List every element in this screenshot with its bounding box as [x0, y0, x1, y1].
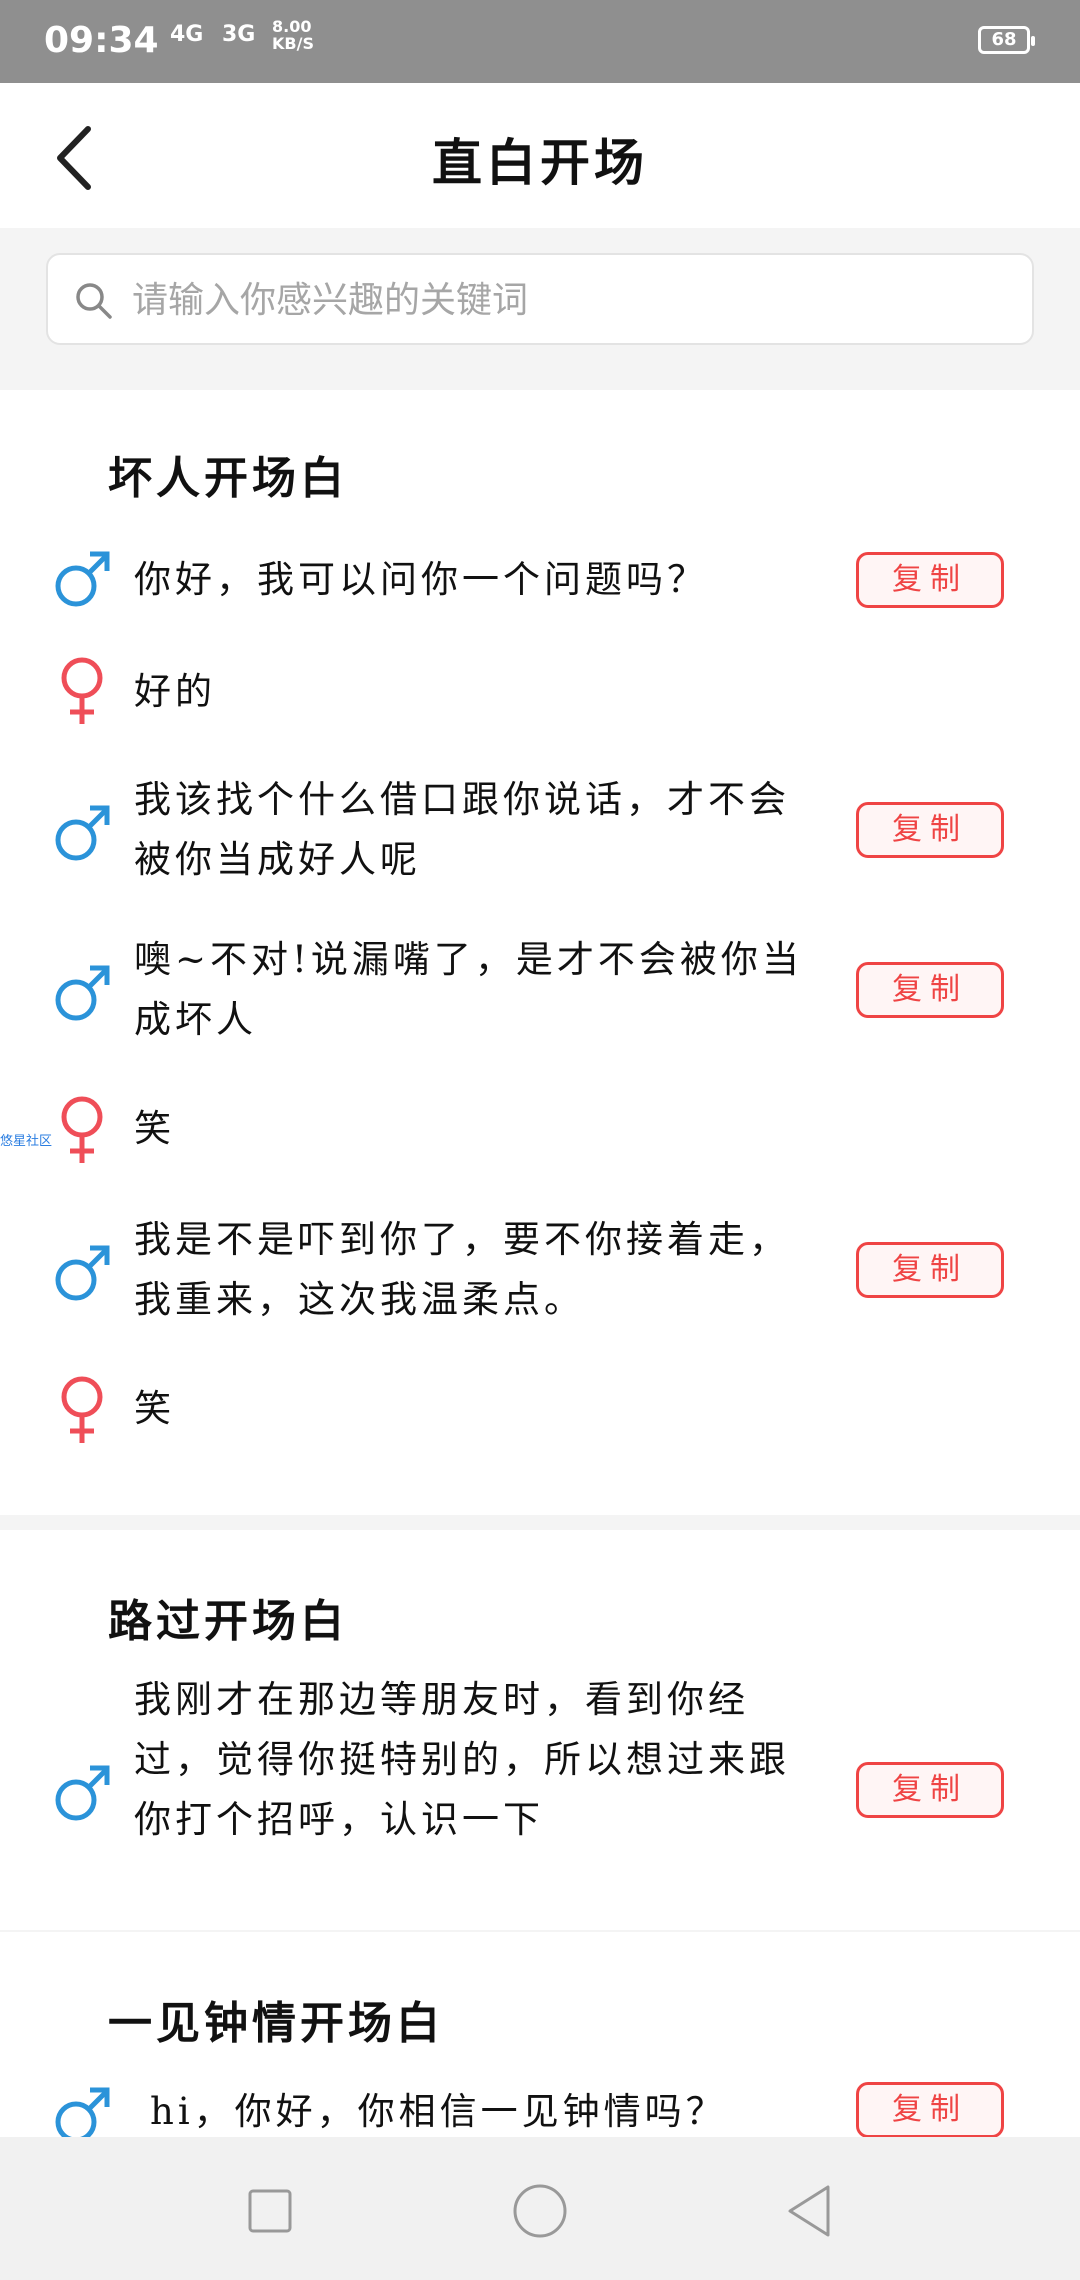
section-title: 一见钟情开场白 [108, 1998, 444, 2049]
male-icon [55, 965, 110, 1021]
section-card-bad-guy: 坏人开场白 你好，我可以问你一个问题吗？ 复制 好的 我该找个什么借口跟你说话，… [0, 390, 1080, 1515]
recent-apps-icon[interactable] [240, 2181, 300, 2241]
status-bar: 09:34 4G 3G 8.00 KB/S 68 [0, 0, 1080, 83]
male-icon [55, 805, 110, 861]
message-text: 噢~不对!说漏嘴了，是才不会被你当成坏人 [134, 938, 803, 1041]
system-nav-bar [0, 2137, 1080, 2280]
female-icon [61, 1376, 103, 1443]
female-icon [61, 1096, 103, 1163]
copy-button[interactable]: 复制 [856, 962, 1004, 1018]
section-title: 路过开场白 [108, 1596, 348, 1647]
section-card-love-at-first-sight: 一见钟情开场白 hi，你好，你相信一见钟情吗？ 复制 [0, 1932, 1080, 2137]
search-box[interactable] [46, 253, 1034, 345]
network-speed-unit: KB/S [272, 34, 314, 53]
network-speed-value: 8.00 [272, 17, 312, 36]
status-time: 09:34 [44, 20, 159, 61]
watermark-label: 悠星社区 [0, 1134, 53, 1149]
battery-icon: 68 [978, 26, 1035, 54]
signal-4g-icon: 4G [170, 22, 204, 47]
network-speed: 8.00 KB/S [272, 18, 314, 52]
copy-button[interactable]: 复制 [856, 2082, 1004, 2137]
message-text: 你好，我可以问你一个问题吗？ [134, 558, 708, 601]
header: 直白开场 [0, 83, 1080, 228]
search-input[interactable] [130, 267, 1014, 333]
copy-button[interactable]: 复制 [856, 802, 1004, 858]
search-icon [76, 283, 112, 319]
message-text: 笑 [134, 1107, 175, 1150]
message-text: 我刚才在那边等朋友时，看到你经过，觉得你挺特别的，所以想过来跟你打个招呼，认识一… [134, 1678, 790, 1841]
message-text: 好的 [134, 670, 216, 713]
signal-3g-icon: 3G [222, 22, 256, 47]
message-text: 我是不是吓到你了，要不你接着走，我重来，这次我温柔点。 [134, 1218, 790, 1321]
female-icon [61, 657, 103, 724]
search-bar [0, 228, 1080, 373]
copy-button[interactable]: 复制 [856, 552, 1004, 608]
male-icon [55, 2087, 110, 2137]
back-icon[interactable] [780, 2181, 840, 2241]
copy-button[interactable]: 复制 [856, 1762, 1004, 1818]
male-icon [55, 1765, 110, 1821]
copy-button[interactable]: 复制 [856, 1242, 1004, 1298]
home-icon[interactable] [510, 2181, 570, 2241]
male-icon [55, 1245, 110, 1301]
section-card-passing-by: 路过开场白 我刚才在那边等朋友时，看到你经过，觉得你挺特别的，所以想过来跟你打个… [0, 1530, 1080, 1930]
male-icon [55, 551, 110, 607]
message-text: 我该找个什么借口跟你说话，才不会被你当成好人呢 [134, 778, 790, 881]
page-title: 直白开场 [432, 133, 648, 192]
section-title: 坏人开场白 [108, 453, 348, 504]
message-text: 笑 [134, 1387, 175, 1430]
message-text: hi，你好，你相信一见钟情吗？ [150, 2090, 727, 2133]
